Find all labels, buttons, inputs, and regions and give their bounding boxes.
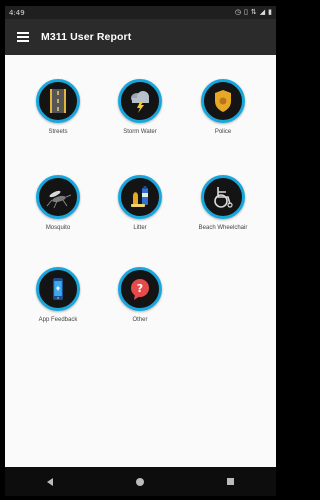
category-beach-wheelchair[interactable]: Beach Wheelchair	[180, 175, 266, 231]
category-label: Police	[214, 129, 232, 135]
category-other[interactable]: ? Other	[97, 267, 183, 323]
category-label: Storm Water	[123, 129, 157, 135]
home-button[interactable]	[125, 467, 155, 496]
status-time: 4:49	[9, 8, 25, 17]
hamburger-menu-icon[interactable]	[5, 19, 41, 55]
battery-icon: ▮	[268, 8, 272, 16]
question-bubble-icon: ?	[118, 267, 162, 311]
category-app-feedback[interactable]: App Feedback	[15, 267, 101, 323]
category-label: App Feedback	[38, 317, 78, 323]
back-button[interactable]	[35, 467, 65, 496]
navigation-bar	[5, 467, 276, 496]
status-icons: ◷ ▯ ⇅ ◢ ▮	[235, 9, 272, 16]
vibrate-icon: ▯	[244, 8, 248, 16]
back-icon	[47, 477, 54, 486]
category-label: Beach Wheelchair	[198, 225, 248, 231]
alarm-icon: ◷	[234, 8, 242, 16]
status-bar: 4:49 ◷ ▯ ⇅ ◢ ▮	[5, 6, 276, 19]
litter-bottle-icon	[118, 175, 162, 219]
category-streets[interactable]: Streets	[15, 79, 101, 135]
category-label: Mosquito	[45, 225, 71, 231]
category-storm-water[interactable]: Storm Water	[97, 79, 183, 135]
category-label: Streets	[48, 129, 68, 135]
category-mosquito[interactable]: Mosquito	[15, 175, 101, 231]
network-icon: ⇅	[250, 8, 257, 16]
recent-apps-button[interactable]	[216, 467, 246, 496]
signal-icon: ◢	[259, 8, 266, 16]
wheelchair-icon	[201, 175, 245, 219]
category-label: Litter	[133, 225, 147, 231]
app-bar: M311 User Report	[5, 19, 276, 55]
category-grid: Streets Storm Water Police Mosquito Litt…	[5, 55, 276, 467]
street-road-icon	[36, 79, 80, 123]
recent-apps-icon	[227, 478, 235, 485]
police-badge-icon	[201, 79, 245, 123]
home-icon	[136, 477, 145, 486]
phone-feedback-icon	[36, 267, 80, 311]
category-litter[interactable]: Litter	[97, 175, 183, 231]
phone-screen: 4:49 ◷ ▯ ⇅ ◢ ▮ M311 User Report Streets …	[0, 0, 280, 500]
mosquito-icon	[36, 175, 80, 219]
svg-text:?: ?	[137, 282, 143, 295]
storm-cloud-icon	[118, 79, 162, 123]
category-label: Other	[132, 317, 148, 323]
app-title: M311 User Report	[41, 31, 132, 43]
category-police[interactable]: Police	[180, 79, 266, 135]
